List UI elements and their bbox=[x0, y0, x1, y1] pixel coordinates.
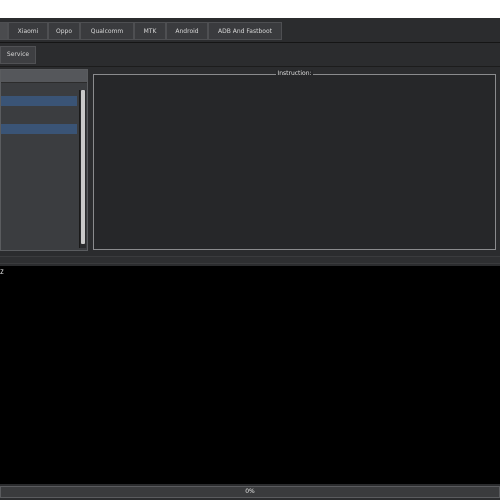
tab-xiaomi[interactable]: Xiaomi bbox=[8, 22, 48, 40]
log-text: Z bbox=[0, 269, 4, 276]
tab-mtk[interactable]: MTK bbox=[134, 22, 166, 40]
sub-tab-bar: Service bbox=[0, 46, 500, 64]
instruction-groupbox: Instruction: bbox=[93, 70, 496, 250]
tab-android[interactable]: Android bbox=[166, 22, 208, 40]
tab-adb-and-fastboot[interactable]: ADB And Fastboot bbox=[208, 22, 282, 40]
scrollbar-thumb[interactable] bbox=[81, 90, 85, 244]
app-window: Xiaomi Oppo Qualcomm MTK Android ADB And… bbox=[0, 18, 500, 500]
divider bbox=[0, 66, 500, 67]
list-item[interactable] bbox=[1, 96, 77, 106]
progress-label: 0% bbox=[245, 488, 255, 495]
progress-bar: 0% bbox=[0, 486, 500, 498]
list-header[interactable] bbox=[1, 70, 87, 83]
tab-oppo[interactable]: Oppo bbox=[48, 22, 80, 40]
list-item[interactable] bbox=[1, 110, 77, 120]
log-console[interactable]: Z bbox=[0, 266, 500, 484]
function-list[interactable] bbox=[0, 69, 88, 251]
tab-service[interactable]: Service bbox=[0, 46, 36, 64]
panel-splitter[interactable] bbox=[0, 256, 500, 264]
tab-qualcomm[interactable]: Qualcomm bbox=[80, 22, 134, 40]
list-item[interactable] bbox=[1, 124, 77, 134]
instruction-title: Instruction: bbox=[276, 70, 313, 77]
list-scrollbar[interactable] bbox=[79, 90, 86, 248]
main-tab-bar: Xiaomi Oppo Qualcomm MTK Android ADB And… bbox=[0, 20, 500, 43]
tab-first[interactable] bbox=[0, 22, 8, 40]
